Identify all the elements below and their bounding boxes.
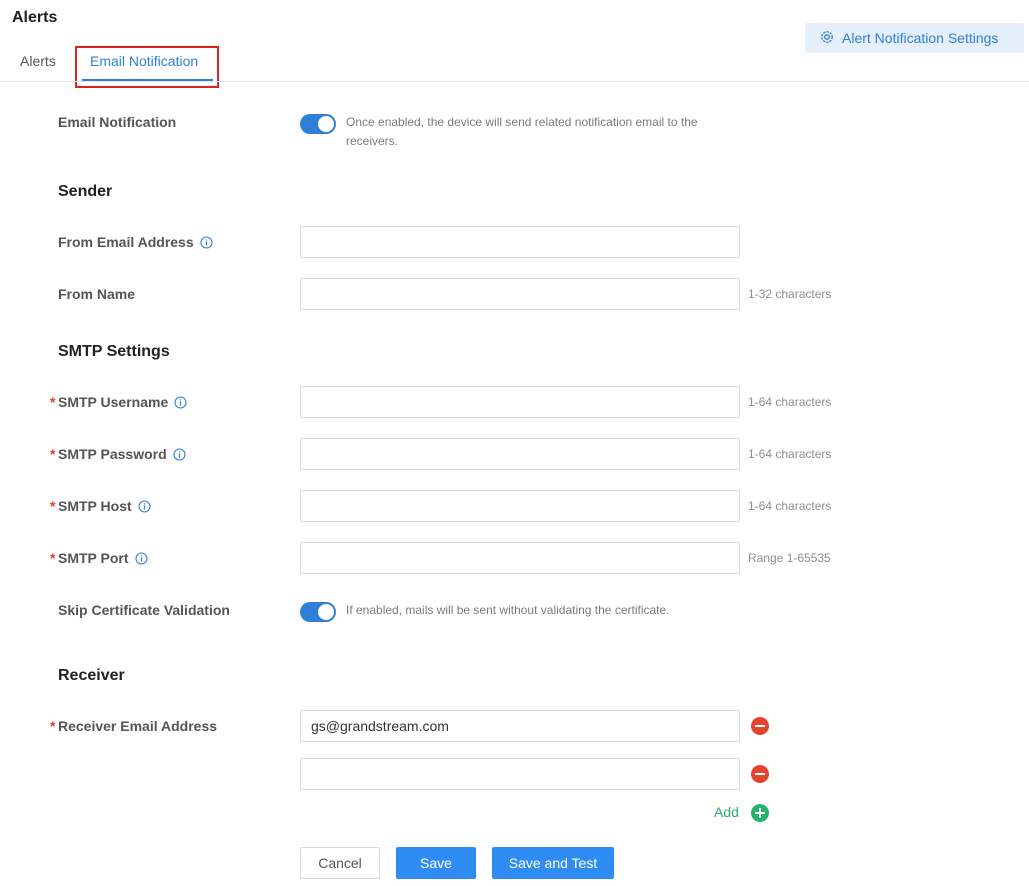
smtp-port-label: * SMTP Port — [50, 549, 148, 569]
smtp-username-label: * SMTP Username — [50, 393, 187, 413]
remove-receiver-icon[interactable] — [751, 765, 769, 783]
from-name-label: From Name — [58, 286, 136, 302]
toggle-knob — [318, 116, 334, 132]
smtp-port-hint: Range 1-65535 — [748, 551, 831, 565]
remove-receiver-icon[interactable] — [751, 717, 769, 735]
smtp-password-hint: 1-64 characters — [748, 447, 832, 461]
smtp-password-label: * SMTP Password — [50, 445, 186, 465]
settings-button-label: Alert Notification Settings — [842, 30, 999, 46]
cancel-button[interactable]: Cancel — [300, 847, 380, 879]
skip-cert-label: Skip Certificate Validation — [58, 602, 230, 618]
smtp-host-input[interactable] — [300, 490, 740, 522]
info-icon[interactable] — [173, 447, 186, 465]
receiver-section-title: Receiver — [58, 667, 125, 684]
alert-notification-settings-button[interactable]: Alert Notification Settings — [805, 23, 1024, 53]
smtp-port-input[interactable] — [300, 542, 740, 574]
email-notification-label: Email Notification — [58, 114, 177, 130]
email-notification-toggle[interactable] — [300, 114, 336, 134]
from-email-input[interactable] — [300, 226, 740, 258]
email-notification-description: Once enabled, the device will send relat… — [346, 115, 698, 148]
from-email-label: From Email Address — [58, 233, 213, 253]
receiver-email-input-1[interactable] — [300, 710, 740, 742]
from-name-input[interactable] — [300, 278, 740, 310]
from-name-hint: 1-32 characters — [748, 287, 832, 301]
skip-cert-toggle[interactable] — [300, 602, 336, 622]
required-mark: * — [50, 718, 56, 734]
smtp-username-hint: 1-64 characters — [748, 395, 832, 409]
gear-icon — [819, 29, 835, 48]
required-mark: * — [50, 550, 56, 566]
save-and-test-button[interactable]: Save and Test — [492, 847, 614, 879]
receiver-email-input-2[interactable] — [300, 758, 740, 790]
required-mark: * — [50, 394, 56, 410]
info-icon[interactable] — [200, 235, 213, 253]
smtp-password-input[interactable] — [300, 438, 740, 470]
skip-cert-description: If enabled, mails will be sent without v… — [346, 603, 670, 617]
smtp-username-input[interactable] — [300, 386, 740, 418]
sender-section-title: Sender — [58, 183, 113, 200]
info-icon[interactable] — [138, 499, 151, 517]
smtp-section-title: SMTP Settings — [58, 343, 170, 360]
page-title: Alerts — [12, 9, 58, 26]
smtp-host-hint: 1-64 characters — [748, 499, 832, 513]
info-icon[interactable] — [134, 551, 148, 569]
header-divider — [0, 81, 1029, 82]
save-button[interactable]: Save — [396, 847, 476, 879]
add-receiver-link[interactable]: Add — [714, 804, 739, 820]
required-mark: * — [50, 446, 56, 462]
info-icon[interactable] — [174, 395, 187, 413]
tab-alerts[interactable]: Alerts — [20, 53, 56, 69]
receiver-email-label: * Receiver Email Address — [50, 718, 218, 734]
toggle-knob — [318, 604, 334, 620]
required-mark: * — [50, 498, 56, 514]
smtp-host-label: * SMTP Host — [50, 497, 151, 517]
add-receiver-icon[interactable] — [751, 804, 769, 822]
